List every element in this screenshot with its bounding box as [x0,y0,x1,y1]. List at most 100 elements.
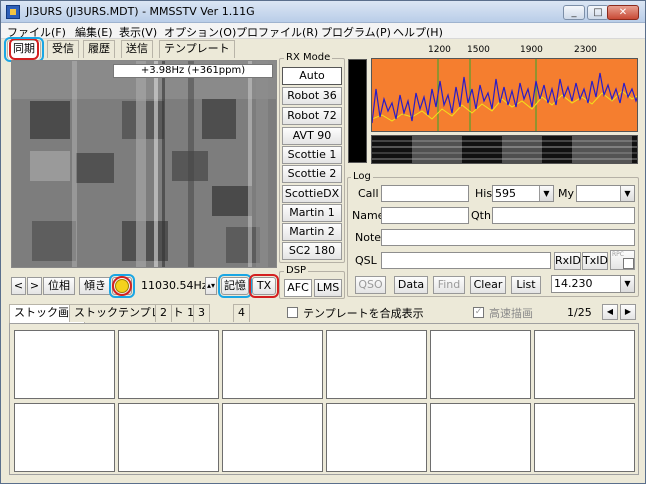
stock-thumbnail[interactable] [14,403,115,472]
composite-label: テンプレートを合成表示 [303,307,424,320]
my-label: My [558,187,575,200]
stock-thumbnail[interactable] [534,403,635,472]
stock-thumbnail[interactable] [118,330,219,399]
lms-button[interactable]: LMS [314,279,342,297]
rpc-checkbox[interactable] [623,258,634,269]
title-bar[interactable]: JI3URS (JI3URS.MDT) - MMSSTV Ver 1.11G _… [1,1,645,23]
mode-scottie1-button[interactable]: Scottie 1 [282,146,342,164]
minimize-button[interactable]: _ [563,5,585,20]
page-indicator: 1/25 [567,306,592,319]
level-meter [348,59,367,163]
prev-button[interactable]: < [11,277,26,295]
note-label: Note [355,231,382,244]
composite-checkbox[interactable] [287,307,298,318]
qth-field[interactable] [492,207,635,224]
mode-martin1-button[interactable]: Martin 1 [282,204,342,222]
frequency-value: 14.230 [554,277,593,290]
menu-profile[interactable]: プロファイル(R) [236,24,318,40]
txid-button[interactable]: TxID [582,252,608,270]
stock-thumbnail[interactable] [14,330,115,399]
freq-label-1200: 1200 [428,45,451,55]
tab-sync[interactable]: 同期 [4,37,44,62]
tilt-button[interactable]: 傾き [79,277,111,295]
mode-avt90-button[interactable]: AVT 90 [282,127,342,145]
note-field[interactable] [381,229,635,246]
waterfall-svg [372,136,637,163]
stock-thumbnail[interactable] [326,403,427,472]
spectrum-display[interactable] [371,58,638,132]
menu-help[interactable]: ヘルプ(H) [393,24,443,40]
app-window: JI3URS (JI3URS.MDT) - MMSSTV Ver 1.11G _… [0,0,646,484]
tab-history[interactable]: 履歴 [83,40,115,58]
clock-spinner[interactable]: ▴▾ [205,277,217,295]
close-button[interactable]: ✕ [607,5,639,20]
mode-robot36-button[interactable]: Robot 36 [282,87,342,105]
next-page-button[interactable]: ▶ [620,304,636,320]
sync-image-display[interactable] [11,60,277,268]
menu-bar: ファイル(F) 編集(E) 表示(V) オプション(O) プロファイル(R) プ… [1,23,645,39]
mode-sc2180-button[interactable]: SC2 180 [282,242,342,260]
menu-view[interactable]: 表示(V) [119,24,157,40]
log-label: Log [351,171,373,182]
tab-transmit[interactable]: 送信 [121,40,153,58]
afc-button[interactable]: AFC [284,279,312,297]
sync-image-svg [12,61,276,267]
clock-frequency: 11030.54Hz [141,279,208,292]
tab-stock-template-1[interactable]: ストックテンプレート 1 [69,304,200,322]
mode-scottie2-button[interactable]: Scottie 2 [282,165,342,183]
name-field[interactable] [381,207,469,224]
menu-edit[interactable]: 編集(E) [75,24,113,40]
find-button[interactable]: Find [433,276,465,294]
qsl-field[interactable] [381,252,551,269]
frequency-combo[interactable]: 14.230 ▼ [551,275,635,293]
mode-robot72-button[interactable]: Robot 72 [282,107,342,125]
call-field[interactable] [381,185,469,202]
next-button[interactable]: > [27,277,42,295]
smile-icon [112,276,132,296]
stock-thumbnail[interactable] [430,330,531,399]
freq-label-1500: 1500 [467,45,490,55]
his-dropdown-icon[interactable]: ▼ [539,186,553,201]
call-label: Call [358,187,379,200]
qso-button[interactable]: QSO [355,276,386,294]
data-button[interactable]: Data [394,276,428,294]
frequency-dropdown-icon[interactable]: ▼ [620,276,634,292]
rx-mode-label: RX Mode [284,52,333,63]
fast-draw-checkbox[interactable]: ✓ [473,307,484,318]
waterfall-display[interactable] [371,135,638,164]
tab-stock-4[interactable]: 4 [233,304,250,322]
stock-image-panel [9,323,639,475]
stock-thumbnail[interactable] [222,403,323,472]
mode-auto-button[interactable]: Auto [282,67,342,85]
stock-thumbnail[interactable] [326,330,427,399]
auto-adjust-button[interactable] [109,274,135,298]
rxid-button[interactable]: RxID [554,252,581,270]
my-combo[interactable]: ▼ [576,185,635,202]
dsp-label: DSP [284,265,309,276]
mode-scottiedx-button[interactable]: ScottieDX [282,185,342,203]
stock-thumbnail[interactable] [430,403,531,472]
menu-program[interactable]: プログラム(P) [321,24,391,40]
stock-thumbnail[interactable] [118,403,219,472]
clear-button[interactable]: Clear [470,276,506,294]
mode-martin2-button[interactable]: Martin 2 [282,223,342,241]
stock-thumbnail[interactable] [222,330,323,399]
menu-file[interactable]: ファイル(F) [7,24,66,40]
app-icon[interactable] [6,5,20,19]
tx-button[interactable]: TX [249,274,279,298]
phase-button[interactable]: 位相 [43,277,75,295]
tab-stock-2[interactable]: 2 [155,304,172,322]
tab-receive[interactable]: 受信 [47,40,79,58]
prev-page-button[interactable]: ◀ [602,304,618,320]
his-combo[interactable]: 595 ▼ [492,185,554,202]
his-label: His [475,187,493,200]
menu-options[interactable]: オプション(O) [164,24,236,40]
rpc-toggle[interactable]: RPC [610,250,635,270]
my-dropdown-icon[interactable]: ▼ [620,186,634,201]
list-button[interactable]: List [511,276,541,294]
maximize-button[interactable]: □ [587,5,609,20]
tab-template[interactable]: テンプレート [159,40,235,58]
tab-stock-3[interactable]: 3 [193,304,210,322]
memory-button[interactable]: 記憶 [218,274,252,298]
stock-thumbnail[interactable] [534,330,635,399]
